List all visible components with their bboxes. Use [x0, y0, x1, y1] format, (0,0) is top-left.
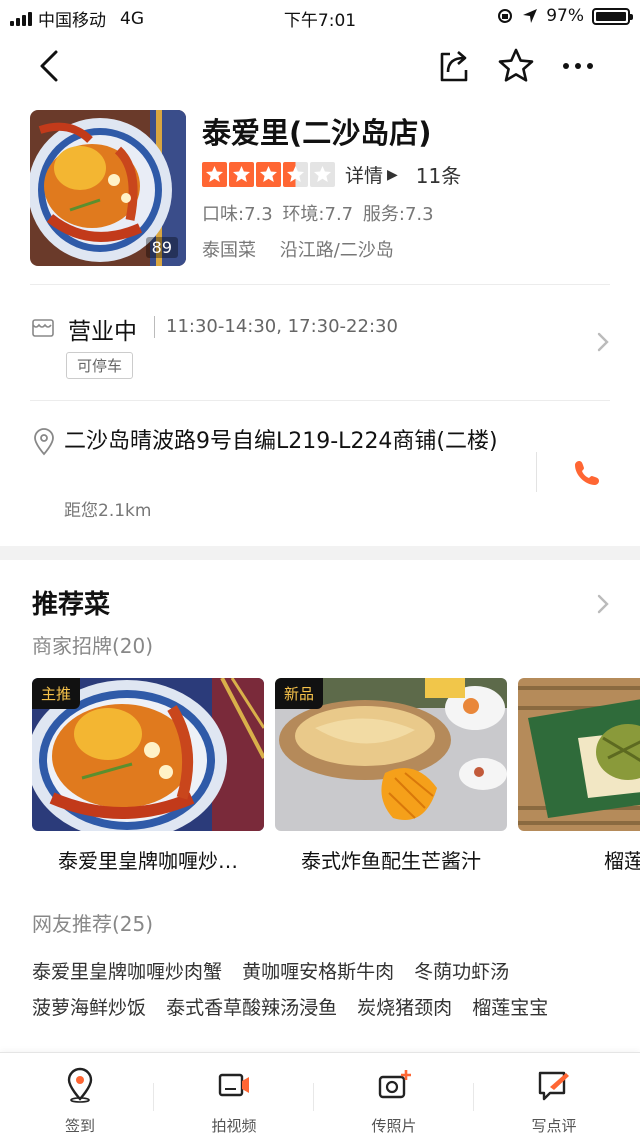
netizen-dish-item[interactable]: 炭烧猪颈肉 [357, 997, 452, 1019]
score-row: 口味:7.3 环境:7.7 服务:7.3 [202, 200, 438, 226]
divider [30, 284, 610, 285]
business-hours-row[interactable]: 营业中 11:30-14:30, 17:30-22:30 可停车 [0, 300, 640, 390]
checkin-pin-icon [67, 1067, 93, 1103]
photo-button[interactable]: 传照片 [334, 1067, 454, 1136]
netizen-dish-item[interactable]: 泰爱里皇牌咖喱炒肉蟹 [32, 961, 222, 983]
favorite-star-icon[interactable] [496, 46, 536, 86]
dish-carousel[interactable]: 主推 泰爱里皇牌咖喱炒… 新品 泰式炸鱼配生芒酱汁 榴 [32, 678, 640, 888]
merchant-signature-label: 商家招牌(20) [32, 634, 154, 658]
rating-star-icon [283, 162, 308, 187]
write-review-button[interactable]: 写点评 [494, 1067, 614, 1136]
area-tag[interactable]: 沿江路/二沙岛 [280, 240, 394, 261]
review-label: 写点评 [531, 1117, 577, 1135]
parking-tag: 可停车 [66, 352, 134, 379]
netizen-dish-item[interactable]: 榴莲宝宝 [472, 997, 548, 1019]
rating-star-icon [256, 162, 281, 187]
dish-image [518, 678, 640, 831]
divider [473, 1083, 474, 1111]
shop-tags: 泰国菜 沿江路/二沙岛 [202, 236, 412, 262]
bottom-action-bar: 签到 拍视频 传照片 写点评 [0, 1052, 640, 1137]
shop-name: 泰爱里(二沙岛店) [202, 116, 432, 150]
taste-score: 口味:7.3 [202, 204, 273, 225]
rating-row: 详情 ▶ 11条 [202, 160, 461, 189]
address-text: 二沙岛晴波路9号自编L219-L224商铺(二楼) [64, 429, 498, 454]
cuisine-tag[interactable]: 泰国菜 [202, 240, 256, 261]
dish-card[interactable]: 主推 泰爱里皇牌咖喱炒… [32, 678, 264, 874]
shop-cover-photo[interactable]: 89 [30, 110, 186, 266]
service-score: 服务:7.3 [362, 204, 434, 225]
status-right: 97% [496, 6, 633, 26]
divider [313, 1083, 314, 1111]
dish-name: 泰爱里皇牌咖喱炒… [58, 849, 238, 873]
divider [536, 452, 537, 492]
orientation-lock-icon [498, 9, 513, 23]
divider [154, 316, 155, 338]
chevron-right-icon[interactable] [594, 592, 612, 616]
phone-icon[interactable] [572, 458, 602, 488]
battery-label: 97% [546, 6, 584, 26]
video-label: 拍视频 [211, 1117, 257, 1135]
netizen-dish-item[interactable]: 黄咖喱安格斯牛肉 [242, 961, 394, 983]
photo-count: 89 [145, 237, 178, 258]
edit-review-icon [538, 1071, 569, 1101]
netizen-dish-item[interactable]: 泰式香草酸辣汤浸鱼 [166, 997, 337, 1019]
distance-label: 距您2.1km [64, 501, 152, 521]
dish-image: 主推 [32, 678, 264, 831]
netizen-dish-list: 泰爱里皇牌咖喱炒肉蟹 黄咖喱安格斯牛肉 冬荫功虾汤 菠萝海鲜炒饭 泰式香草酸辣汤… [32, 954, 612, 1026]
netizen-dish-item[interactable]: 冬荫功虾汤 [414, 961, 509, 983]
netizen-dish-item[interactable]: 菠萝海鲜炒饭 [32, 997, 146, 1019]
dish-name: 泰式炸鱼配生芒酱汁 [301, 849, 481, 873]
recommend-title: 推荐菜 [32, 590, 111, 620]
play-arrow-icon: ▶ [387, 166, 398, 183]
rating-detail-link[interactable]: 详情 [345, 161, 383, 188]
dish-image: 新品 [275, 678, 507, 831]
checkin-label: 签到 [64, 1117, 95, 1135]
divider [30, 400, 610, 401]
opening-hours: 11:30-14:30, 17:30-22:30 [166, 316, 398, 337]
back-icon[interactable] [30, 46, 70, 86]
rating-star-icon [229, 162, 254, 187]
rating-stars [202, 162, 335, 187]
status-bar: 中国移动 4G 下午7:01 97% [0, 0, 640, 36]
camera-plus-icon [378, 1070, 411, 1099]
checkin-button[interactable]: 签到 [20, 1067, 140, 1136]
nav-bar [0, 36, 640, 98]
shop-header: 89 泰爱里(二沙岛店) 详情 ▶ 11条 口味:7.3 环境:7.7 服务:7… [0, 110, 640, 280]
video-button[interactable]: 拍视频 [174, 1067, 294, 1136]
dish-badge: 新品 [275, 678, 324, 709]
netizen-recommend-label: 网友推荐(25) [32, 912, 154, 936]
environment-score: 环境:7.7 [282, 204, 354, 225]
rating-star-icon [310, 162, 335, 187]
dish-badge: 主推 [32, 678, 81, 709]
open-status: 营业中 [68, 319, 137, 345]
battery-icon [592, 7, 633, 25]
chevron-right-icon [597, 332, 609, 352]
location-icon [523, 9, 538, 23]
address-row[interactable]: 二沙岛晴波路9号自编L219-L224商铺(二楼) 距您2.1km [0, 418, 640, 528]
dish-name: 榴莲宝 [604, 849, 640, 873]
location-pin-icon [34, 428, 54, 456]
divider [153, 1083, 154, 1111]
rating-star-icon [202, 162, 227, 187]
video-camera-icon [218, 1073, 249, 1097]
share-icon[interactable] [434, 46, 474, 86]
more-icon[interactable] [558, 46, 598, 86]
shop-awning-icon [32, 319, 54, 337]
review-count[interactable]: 11条 [416, 160, 461, 189]
photo-label: 传照片 [371, 1117, 417, 1135]
section-separator [0, 546, 640, 560]
dish-card[interactable]: 榴莲宝 [518, 678, 640, 874]
dish-card[interactable]: 新品 泰式炸鱼配生芒酱汁 [275, 678, 507, 874]
